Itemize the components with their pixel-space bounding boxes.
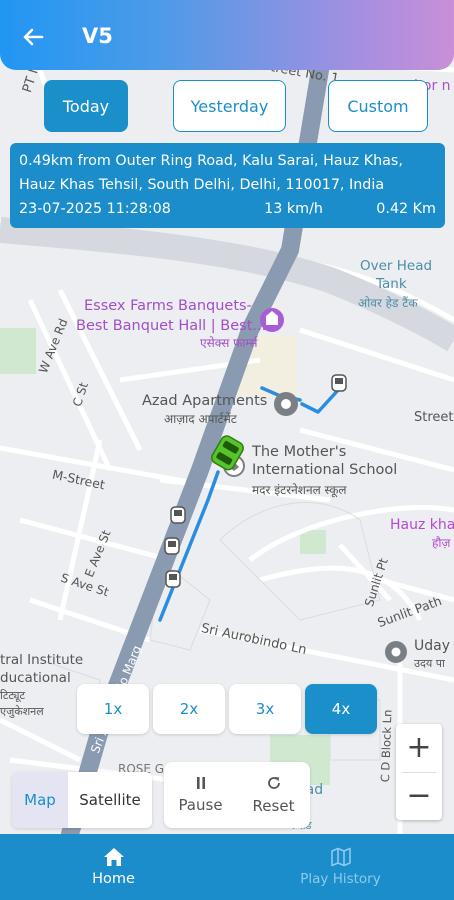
bottom-navigation: Home Play History bbox=[0, 834, 454, 900]
reset-button[interactable]: Reset bbox=[237, 762, 310, 828]
home-icon bbox=[103, 848, 124, 866]
speed-3x-button[interactable]: 3x bbox=[229, 684, 301, 734]
bus-stop-icon bbox=[165, 570, 181, 588]
nav-play-history[interactable]: Play History bbox=[227, 834, 454, 900]
pause-button[interactable]: Pause bbox=[164, 762, 237, 828]
bus-stop-icon bbox=[164, 537, 180, 555]
speed-1x-button[interactable]: 1x bbox=[77, 684, 149, 734]
map-label: उदय पा bbox=[414, 657, 445, 670]
uday-pin-icon bbox=[385, 641, 407, 663]
address-line: 0.49km from Outer Ring Road, Kalu Sarai,… bbox=[19, 153, 403, 169]
map-label: International School bbox=[252, 462, 398, 478]
map-label: Tank bbox=[376, 276, 407, 292]
info-stats-row: 23-07-2025 11:28:08 13 km/h 0.42 Km bbox=[19, 197, 436, 221]
map-label: आज़ाद अपार्टमेंट bbox=[164, 412, 237, 426]
playback-controls: Pause Reset bbox=[164, 762, 310, 828]
map-label: मदर इंटरनेशनल स्कूल bbox=[252, 483, 347, 497]
today-button[interactable]: Today bbox=[44, 80, 128, 132]
satellite-option[interactable]: Satellite bbox=[68, 772, 152, 828]
map-label: Essex Farms Banquets- bbox=[84, 298, 252, 314]
map-label: tral Institute bbox=[0, 652, 84, 668]
zoom-controls: + − bbox=[396, 724, 442, 820]
map-label: Azad Apartments bbox=[142, 393, 268, 409]
zoom-in-button[interactable]: + bbox=[396, 724, 442, 770]
nav-home-label: Home bbox=[92, 871, 135, 887]
refresh-icon bbox=[267, 777, 280, 789]
bus-stop-icon bbox=[170, 506, 186, 524]
speed-value: 13 km/h bbox=[264, 201, 323, 217]
address-line: Hauz Khas Tehsil, South Delhi, Delhi, 11… bbox=[19, 177, 385, 193]
app-header: V5 bbox=[0, 0, 454, 70]
distance-value: 0.42 Km bbox=[376, 201, 436, 217]
apartment-pin-icon bbox=[274, 392, 298, 416]
map-label: एसेक्स फार्म्स bbox=[200, 336, 258, 350]
map-label: टिट्यूट bbox=[0, 689, 26, 702]
custom-button[interactable]: Custom bbox=[328, 80, 428, 132]
map-label: C D Block Ln bbox=[378, 709, 395, 783]
map-label: ओवर हेड टैंक bbox=[358, 296, 418, 310]
zoom-out-button[interactable]: − bbox=[396, 772, 442, 818]
speed-2x-button[interactable]: 2x bbox=[153, 684, 225, 734]
speed-4x-button[interactable]: 4x bbox=[305, 684, 377, 734]
map-label: Over Head bbox=[360, 258, 433, 274]
bus-stop-icon bbox=[331, 374, 347, 392]
map-label: The Mother's bbox=[252, 444, 347, 460]
back-button[interactable] bbox=[18, 22, 48, 52]
park-area bbox=[0, 328, 36, 374]
yesterday-button[interactable]: Yesterday bbox=[173, 80, 286, 132]
timestamp: 23-07-2025 11:28:08 bbox=[19, 201, 171, 217]
map-label: Best Banquet Hall | Best... bbox=[76, 318, 267, 334]
nav-home[interactable]: Home bbox=[0, 834, 227, 900]
map-icon bbox=[330, 847, 351, 867]
map-label: हौज़ bbox=[432, 536, 451, 550]
pause-label: Pause bbox=[178, 796, 223, 814]
pause-icon bbox=[196, 777, 205, 789]
map-label: Hauz kha bbox=[390, 517, 454, 533]
page-title: V5 bbox=[82, 24, 113, 48]
map-label: ducational bbox=[0, 670, 71, 686]
map-label: एजुकेशनल bbox=[0, 705, 44, 718]
park-area bbox=[300, 530, 326, 554]
reset-label: Reset bbox=[252, 797, 295, 815]
location-info-card: 0.49km from Outer Ring Road, Kalu Sarai,… bbox=[10, 143, 445, 228]
nav-play-history-label: Play History bbox=[300, 871, 381, 887]
map-type-toggle: Map Satellite bbox=[12, 772, 152, 828]
map-option[interactable]: Map bbox=[12, 772, 68, 828]
arrow-left-icon bbox=[23, 28, 44, 46]
map-label: Uday bbox=[414, 638, 450, 654]
map-label: Street bbox=[414, 410, 454, 425]
